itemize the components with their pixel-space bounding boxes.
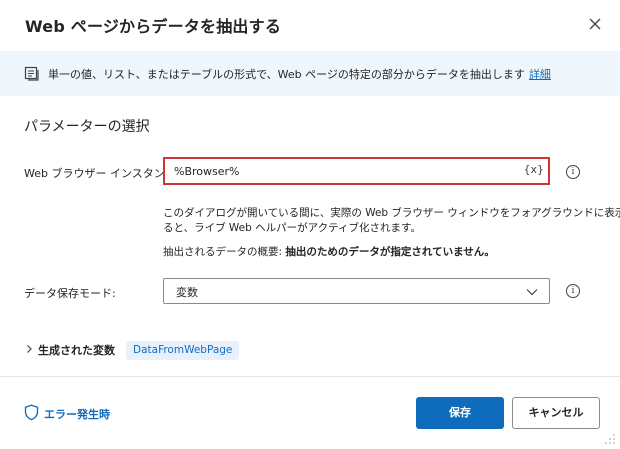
close-icon: [589, 18, 601, 30]
live-helper-hint-line1: このダイアログが開いている間に、実際の Web ブラウザー ウィンドウをフォアグ…: [163, 207, 620, 219]
info-panel-icon: [24, 66, 39, 81]
dialog-title: Web ページからデータを抽出する: [25, 17, 282, 36]
cancel-button[interactable]: キャンセル: [512, 397, 600, 429]
variable-picker-button[interactable]: {x}: [523, 163, 544, 176]
section-title: パラメーターの選択: [24, 119, 150, 135]
extract-summary: 抽出されるデータの概要: 抽出のためのデータが指定されていません。: [163, 245, 495, 259]
extract-data-dialog: Web ページからデータを抽出する 単一の値、リスト、またはテーブルの形式で、W…: [0, 0, 620, 449]
save-button[interactable]: 保存: [416, 397, 504, 429]
dialog-titlebar: Web ページからデータを抽出する: [0, 0, 620, 48]
footer-divider: [0, 376, 620, 377]
chevron-right-icon: [27, 345, 32, 353]
storage-mode-label: データ保存モード:: [24, 287, 116, 300]
info-icon[interactable]: i: [566, 165, 580, 179]
extract-summary-value: 抽出のためのデータが指定されていません。: [285, 246, 495, 258]
browser-instance-label: Web ブラウザー インスタンス:: [24, 167, 180, 180]
info-bar: 単一の値、リスト、またはテーブルの形式で、Web ページの特定の部分からデータを…: [0, 51, 620, 96]
storage-mode-select[interactable]: 変数: [163, 278, 550, 304]
browser-instance-input[interactable]: %Browser% {x}: [163, 157, 550, 185]
info-bar-text: 単一の値、リスト、またはテーブルの形式で、Web ページの特定の部分からデータを…: [48, 66, 551, 82]
storage-mode-value: 変数: [176, 286, 198, 299]
variable-chip[interactable]: DataFromWebPage: [126, 341, 240, 360]
resize-grip-icon[interactable]: [604, 433, 616, 445]
browser-instance-value: %Browser%: [174, 165, 240, 178]
extract-summary-label: 抽出されるデータの概要:: [163, 246, 283, 258]
shield-icon: [24, 404, 39, 421]
generated-variables-label: 生成された変数: [38, 344, 115, 357]
on-error-label: エラー発生時: [44, 408, 110, 421]
live-helper-hint-line2: ると、ライブ Web ヘルパーがアクティブ化されます。: [163, 222, 421, 234]
chevron-down-icon: [526, 289, 538, 296]
close-button[interactable]: [583, 12, 607, 36]
info-bar-description: 単一の値、リスト、またはテーブルの形式で、Web ページの特定の部分からデータを…: [48, 68, 525, 81]
info-icon[interactable]: i: [566, 284, 580, 298]
details-link[interactable]: 詳細: [529, 68, 551, 81]
